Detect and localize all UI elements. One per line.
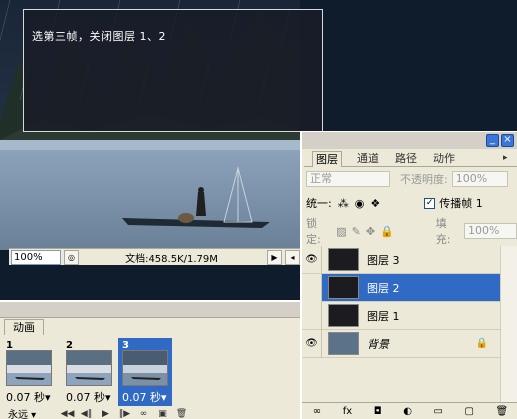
animation-frame[interactable]: 1 0.07 秒▾ (2, 338, 56, 406)
layer-list: 👁 图层 3 图层 2 图层 1 👁 背景 🔒 (302, 245, 500, 358)
propagate-checkbox[interactable]: ✓ (424, 197, 436, 209)
play-button[interactable]: ▶ (96, 409, 115, 419)
frame-thumbnail (122, 350, 168, 386)
frame-thumbnail (66, 350, 112, 386)
lock-label: 锁定: (306, 217, 321, 246)
mask-icon[interactable]: ◘ (374, 406, 382, 417)
fill-field[interactable]: 100% (463, 223, 517, 239)
frame-delay[interactable]: 0.07 秒▾ (122, 389, 167, 405)
first-frame-button[interactable]: ◀◀ (58, 409, 77, 419)
animation-panel-titlebar[interactable] (0, 302, 300, 318)
lock-all-icon[interactable]: 🔒 (380, 225, 394, 238)
layer-name: 图层 3 (367, 253, 400, 267)
layer-name: 背景 (367, 337, 389, 351)
layers-panel-titlebar[interactable]: _ × (302, 132, 517, 149)
animation-frame[interactable]: 2 0.07 秒▾ (62, 338, 116, 406)
layer-thumbnail (328, 332, 359, 355)
layer-style-icon[interactable]: fx (343, 406, 352, 417)
duplicate-frame-button[interactable]: ▣ (153, 409, 172, 419)
frame-delay[interactable]: 0.07 秒▾ (66, 389, 111, 405)
instruction-text: 选第三帧，关闭图层 1、2 (32, 30, 166, 43)
next-frame-button[interactable]: ‖▶ (115, 409, 134, 419)
unify-position-icon[interactable]: ⁂ (338, 197, 349, 210)
link-layers-icon[interactable]: ∞ (313, 406, 321, 417)
blend-row: 正常 不透明度: 100% (306, 170, 517, 188)
fill-label: 填充: (435, 217, 451, 246)
layers-bottom-toolbar: ∞ fx ◘ ◐ ▭ ▢ 🗑 (302, 402, 517, 419)
close-icon[interactable]: × (501, 134, 514, 147)
group-icon[interactable]: ▭ (433, 406, 442, 417)
lock-transparent-icon[interactable]: ▨ (336, 225, 346, 238)
visibility-toggle[interactable] (302, 301, 322, 330)
instruction-overlay: 选第三帧，关闭图层 1、2 (23, 9, 323, 132)
loop-select[interactable]: 永远 ▾ (0, 406, 58, 419)
unify-visibility-icon[interactable]: ◉ (355, 197, 365, 210)
new-layer-icon[interactable]: ▢ (465, 406, 474, 417)
status-arrow-icon[interactable]: ▶ (267, 249, 282, 265)
animation-frame-selected[interactable]: 3 0.07 秒▾ (118, 338, 172, 406)
lock-brush-icon[interactable]: ✎ (352, 225, 361, 238)
unify-style-icon[interactable]: ❖ (370, 197, 380, 210)
animation-panel: 动画 1 0.07 秒▾ 2 0.07 秒▾ 3 0.07 秒▾ 永远 ▾ ◀◀… (0, 300, 300, 419)
prev-frame-button[interactable]: ◀‖ (77, 409, 96, 419)
layer-row-background[interactable]: 👁 背景 🔒 (302, 329, 500, 358)
tab-animation[interactable]: 动画 (4, 319, 44, 335)
opacity-label: 不透明度: (400, 173, 448, 186)
blend-mode-select[interactable]: 正常 (306, 171, 390, 187)
layer-row-selected[interactable]: 图层 2 (302, 273, 500, 302)
layer-list-scrollbar[interactable] (500, 246, 517, 406)
frames-strip: 1 0.07 秒▾ 2 0.07 秒▾ 3 0.07 秒▾ (2, 338, 298, 406)
frame-thumbnail (6, 350, 52, 386)
unify-label: 统一: (306, 197, 332, 210)
delete-frame-button[interactable]: 🗑 (172, 409, 191, 419)
tab-channels[interactable]: 通道 (354, 151, 382, 167)
lock-move-icon[interactable]: ✥ (366, 225, 375, 238)
minimize-icon[interactable]: _ (486, 134, 499, 147)
opacity-field[interactable]: 100% (451, 171, 508, 187)
adjustment-icon[interactable]: ◐ (403, 406, 412, 417)
photoshop-workspace: 100% ◎ 文档:458.5K/1.79M ▶ ◂ 选第三帧，关闭图层 1、2… (0, 0, 517, 419)
tab-paths[interactable]: 路径 (392, 151, 420, 167)
eye-icon[interactable]: 👁 (302, 245, 322, 274)
animation-controls: 永远 ▾ ◀◀ ◀‖ ▶ ‖▶ ∞ ▣ 🗑 (0, 406, 300, 419)
status-resize-icon[interactable]: ◂ (285, 249, 300, 265)
layer-name: 图层 2 (367, 281, 400, 295)
layer-thumbnail (328, 276, 359, 299)
visibility-toggle[interactable] (302, 273, 322, 302)
propagate-label: 传播帧 1 (439, 197, 483, 210)
panel-menu-icon[interactable]: ▸ (500, 151, 511, 167)
layer-row[interactable]: 图层 1 (302, 301, 500, 330)
tween-button[interactable]: ∞ (134, 409, 153, 419)
layers-panel: _ × 图层 通道 路径 动作 ▸ 正常 不透明度: 100% 统一: ⁂ ◉ … (300, 131, 517, 419)
eye-icon[interactable]: 👁 (302, 329, 322, 358)
delete-layer-icon[interactable]: 🗑 (496, 406, 509, 417)
status-menu-icon[interactable]: ◎ (64, 249, 79, 265)
lock-row: 锁定: ▨ ✎ ✥ 🔒 填充: 100% (306, 217, 517, 246)
layer-name: 图层 1 (367, 309, 400, 323)
lock-icon: 🔒 (475, 338, 488, 349)
tab-layers[interactable]: 图层 (312, 151, 342, 167)
zoom-field[interactable]: 100% (11, 249, 61, 265)
frame-delay[interactable]: 0.07 秒▾ (6, 389, 51, 405)
document-status-bar: 100% ◎ 文档:458.5K/1.79M ▶ ◂ (9, 248, 300, 265)
layer-thumbnail (328, 248, 359, 271)
document-info: 文档:458.5K/1.79M (125, 253, 218, 265)
unify-row: 统一: ⁂ ◉ ❖ ✓ 传播帧 1 (306, 195, 517, 211)
layer-thumbnail (328, 304, 359, 327)
panel-tabs: 图层 通道 路径 动作 ▸ (304, 151, 517, 167)
layer-row[interactable]: 👁 图层 3 (302, 245, 500, 274)
tab-actions[interactable]: 动作 (430, 151, 458, 167)
